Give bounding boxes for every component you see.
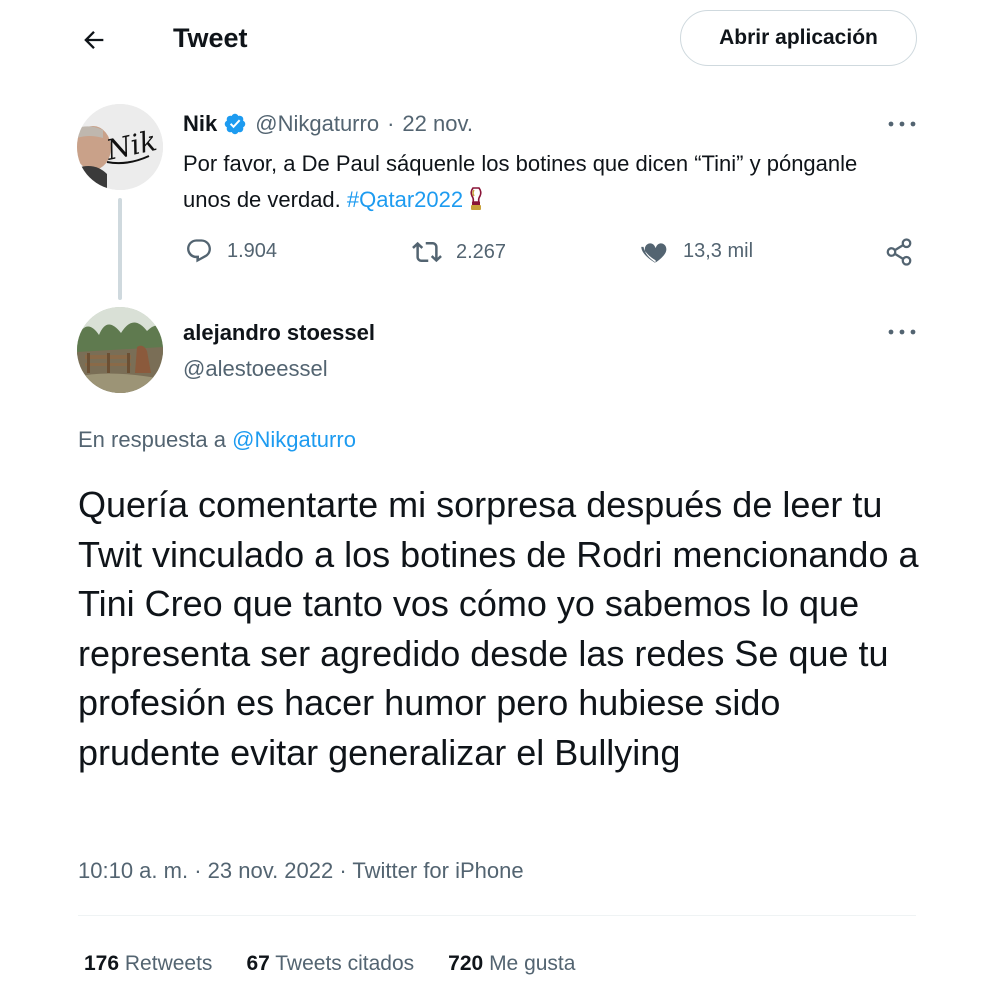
back-button[interactable] [72, 18, 116, 62]
reply-prefix: En respuesta a [78, 427, 226, 452]
tweet-text: Quería comentarte mi sorpresa después de… [78, 484, 919, 773]
landscape-avatar-image [77, 307, 163, 393]
author-name[interactable]: alejandro stoessel [183, 318, 375, 348]
share-button[interactable] [884, 237, 928, 267]
retweet-icon [412, 241, 442, 263]
tweet-stats: 176 Retweets 67 Tweets citados 720 Me gu… [84, 948, 609, 980]
separator-dot: · [194, 858, 202, 883]
stat-label: Retweets [124, 952, 213, 975]
more-options-icon[interactable] [885, 114, 919, 134]
divider [78, 915, 916, 916]
comment-icon [187, 239, 211, 263]
reply-count: 1.904 [227, 239, 278, 262]
like-button[interactable]: 13,3 mil [641, 237, 753, 265]
tweet-date[interactable]: 23 nov. 2022 [208, 858, 334, 883]
parent-tweet-text: Por favor, a De Paul sáquenle los botine… [183, 146, 883, 218]
page-title: Tweet [173, 23, 248, 53]
parent-author-name[interactable]: Nik [183, 111, 217, 137]
thread-connector-line [118, 198, 122, 300]
parent-author-row: Nik @Nikgaturro · 22 nov. [183, 108, 473, 140]
quote-tweets-stat[interactable]: 67 Tweets citados [246, 948, 414, 980]
more-options-icon[interactable] [885, 322, 919, 342]
reply-button[interactable]: 1.904 [185, 237, 277, 265]
author-handle[interactable]: @alestoeessel [183, 354, 328, 384]
avatar[interactable]: Nik [77, 104, 163, 190]
stat-count: 720 [448, 952, 484, 975]
nik-avatar-image: Nik [77, 104, 163, 190]
tweet-metadata: 10:10 a. m. · 23 nov. 2022 · Twitter for… [78, 855, 524, 887]
avatar[interactable] [77, 307, 163, 393]
separator-dot: · [339, 858, 347, 883]
trophy-emoji-icon [470, 187, 482, 210]
arrow-left-icon [84, 31, 104, 49]
reply-context: En respuesta a @Nikgaturro [78, 425, 356, 455]
hashtag-link[interactable]: #Qatar2022 [347, 187, 463, 212]
stat-label: Me gusta [489, 952, 576, 975]
retweet-button[interactable]: 2.267 [412, 237, 506, 267]
stat-label: Tweets citados [275, 952, 415, 975]
stat-count: 67 [246, 952, 270, 975]
verified-badge-icon [225, 113, 246, 135]
parent-tweet-date[interactable]: 22 nov. [402, 111, 473, 137]
heart-icon [641, 243, 667, 263]
open-app-button[interactable]: Abrir aplicación [680, 10, 917, 66]
tweet-time[interactable]: 10:10 a. m. [78, 858, 188, 883]
stat-count: 176 [84, 952, 120, 975]
parent-tweet-body: Por favor, a De Paul sáquenle los botine… [183, 151, 858, 212]
separator-dot: · [387, 111, 395, 136]
likes-stat[interactable]: 720 Me gusta [448, 948, 575, 980]
share-icon [886, 238, 912, 266]
like-count: 13,3 mil [683, 239, 754, 262]
retweets-stat[interactable]: 176 Retweets [84, 948, 212, 980]
reply-to-link[interactable]: @Nikgaturro [232, 427, 356, 452]
tweet-source[interactable]: Twitter for iPhone [352, 858, 523, 883]
parent-author-handle[interactable]: @Nikgaturro [255, 111, 379, 137]
retweet-count: 2.267 [456, 240, 507, 263]
